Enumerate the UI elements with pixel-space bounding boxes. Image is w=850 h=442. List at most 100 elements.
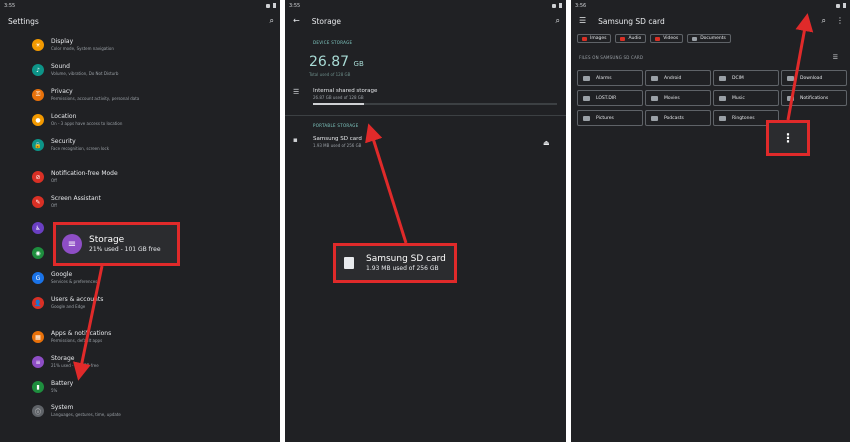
documents-icon: [692, 36, 698, 41]
settings-item-icon: ⊘: [32, 171, 44, 183]
settings-app-bar: Settings ⌕: [0, 11, 280, 31]
settings-item-subtitle: 21% used - 101 GB free: [51, 363, 99, 368]
sd-card-sub: 1.93 MB used of 256 GB: [313, 143, 362, 148]
list-view-icon[interactable]: ☰: [833, 54, 838, 61]
settings-item-icon: ♿: [32, 222, 44, 234]
folder-download[interactable]: Download: [781, 70, 847, 86]
settings-item-title: Battery: [51, 380, 74, 387]
folder-name: Music: [732, 95, 745, 101]
folder-lost-dir[interactable]: LOST.DIR: [577, 90, 643, 106]
settings-item-text: Sound Volume, vibration, Do Not Disturb: [51, 63, 118, 76]
search-icon[interactable]: ⌕: [822, 16, 826, 26]
folder-name: Ringtones: [732, 115, 755, 121]
settings-item-text: Screen Assistant Off: [51, 195, 101, 208]
settings-item-notification-free-mode[interactable]: ⊘ Notification-free Mode Off: [32, 170, 118, 183]
menu-icon[interactable]: ☰: [579, 16, 586, 26]
status-icons: [552, 3, 562, 8]
used-storage-value: 26.87 GB: [309, 54, 364, 70]
settings-item-text: Notification-free Mode Off: [51, 170, 118, 183]
settings-item-icon: ⚿: [32, 89, 44, 101]
folder-movies[interactable]: Movies: [645, 90, 711, 106]
internal-storage-row[interactable]: ☰ Internal shared storage 26.87 GB used …: [293, 88, 377, 100]
search-icon[interactable]: ⌕: [270, 16, 274, 26]
settings-item-security[interactable]: 🔒 Security Face recognition, screen lock: [32, 138, 109, 151]
list-icon: ☰: [293, 88, 300, 96]
settings-item-sound[interactable]: ♪ Sound Volume, vibration, Do Not Disturb: [32, 63, 118, 76]
status-icons: [836, 3, 846, 8]
settings-item-battery[interactable]: ▮ Battery 5%: [32, 380, 73, 393]
chip-documents[interactable]: Documents: [687, 34, 731, 43]
settings-item-icon: G: [32, 272, 44, 284]
settings-item-display[interactable]: ☀ Display Color mode, System navigation: [32, 38, 114, 51]
callout-title: Samsung SD card: [366, 253, 446, 264]
folder-name: Notifications: [800, 95, 829, 101]
settings-item-screen-assistant[interactable]: ✎ Screen Assistant Off: [32, 195, 101, 208]
settings-item-icon: 👤: [32, 297, 44, 309]
settings-item-subtitle: Google and Edge: [51, 304, 86, 309]
folder-icon: [719, 95, 726, 101]
settings-item-subtitle: 5%: [51, 388, 58, 393]
sd-card-files-screen: 3:56 ☰ Samsung SD card ⌕ ⋮ Images Audio Vi…: [571, 0, 850, 442]
settings-item-text: Battery 5%: [51, 380, 73, 393]
settings-item-users-accounts[interactable]: 👤 Users & accounts Google and Edge: [32, 296, 103, 309]
folder-podcasts[interactable]: Podcasts: [645, 110, 711, 126]
settings-item-subtitle: Permissions, account activity, personal …: [51, 96, 140, 101]
settings-item-apps-notifications[interactable]: ▦ Apps & notifications Permissions, defaul…: [32, 330, 111, 343]
folder-android[interactable]: Android: [645, 70, 711, 86]
settings-item-subtitle: Permissions, default apps: [51, 338, 103, 343]
wifi-icon: [266, 3, 270, 8]
chip-label: Documents: [700, 36, 726, 41]
settings-item-icon: ▦: [32, 331, 44, 343]
wifi-icon: [552, 3, 556, 8]
status-bar: 3:55: [0, 0, 280, 11]
settings-item-storage[interactable]: ≡ Storage 21% used - 101 GB free: [32, 355, 99, 368]
folder-alarms[interactable]: Alarms: [577, 70, 643, 86]
settings-item-privacy[interactable]: ⚿ Privacy Permissions, account activity, p…: [32, 88, 139, 101]
settings-item-google[interactable]: G Google Services & preferences: [32, 271, 97, 284]
back-arrow-icon[interactable]: ←: [293, 16, 300, 26]
more-options-icon[interactable]: ⋮: [836, 16, 844, 26]
settings-item-title: System: [51, 404, 74, 411]
page-title: Settings: [8, 16, 39, 26]
status-icons: [266, 3, 276, 8]
callout-title: Storage: [89, 234, 125, 245]
callout-sub: 21% used - 101 GB free: [89, 245, 161, 253]
chip-images[interactable]: Images: [577, 34, 612, 43]
battery-status-icon: [559, 3, 562, 8]
settings-item-item-8[interactable]: ◉: [32, 246, 51, 259]
settings-item-subtitle: Color mode, System navigation: [51, 46, 114, 51]
folder-notifications[interactable]: Notifications: [781, 90, 847, 106]
settings-item-system[interactable]: ⓘ System Languages, gestures, time, update: [32, 404, 121, 417]
settings-item-icon: ◉: [32, 247, 44, 259]
settings-item-text: Apps & notifications Permissions, default…: [51, 330, 111, 343]
sd-card-row[interactable]: ▪ Samsung SD card 1.93 MB used of 256 GB: [293, 136, 362, 148]
search-icon[interactable]: ⌕: [556, 16, 560, 26]
folder-name: Movies: [664, 95, 680, 101]
folder-icon: [651, 115, 658, 121]
bluetooth-icon: [836, 3, 840, 8]
progress-fill: [313, 103, 365, 105]
folder-music[interactable]: Music: [713, 90, 779, 106]
folder-name: LOST.DIR: [596, 95, 617, 101]
settings-item-icon: ☀: [32, 39, 44, 51]
chip-audio[interactable]: Audio: [615, 34, 647, 43]
status-time: 3:55: [4, 2, 16, 9]
folder-icon: [787, 75, 794, 81]
more-options-icon[interactable]: ⋮: [782, 132, 794, 144]
portable-storage-label: PORTABLE STORAGE: [313, 123, 359, 128]
folder-name: Download: [800, 75, 823, 81]
settings-item-location[interactable]: ● Location On - 3 apps have access to loca…: [32, 113, 122, 126]
page-title: Samsung SD card: [598, 16, 665, 26]
settings-item-icon: ≡: [32, 356, 44, 368]
files-section-label: FILES ON SAMSUNG SD CARD: [579, 55, 644, 60]
folder-dcim[interactable]: DCIM: [713, 70, 779, 86]
total-used-text: Total used of 128 GB: [309, 72, 351, 77]
eject-icon[interactable]: ⏏: [543, 138, 550, 148]
settings-item-text: Users & accounts Google and Edge: [51, 296, 103, 309]
chip-videos[interactable]: Videos: [650, 34, 684, 43]
settings-item-subtitle: Off: [51, 203, 57, 208]
used-unit: GB: [353, 60, 364, 68]
settings-item-item-7[interactable]: ♿: [32, 221, 51, 234]
folder-pictures[interactable]: Pictures: [577, 110, 643, 126]
settings-item-title: Security: [51, 138, 76, 145]
